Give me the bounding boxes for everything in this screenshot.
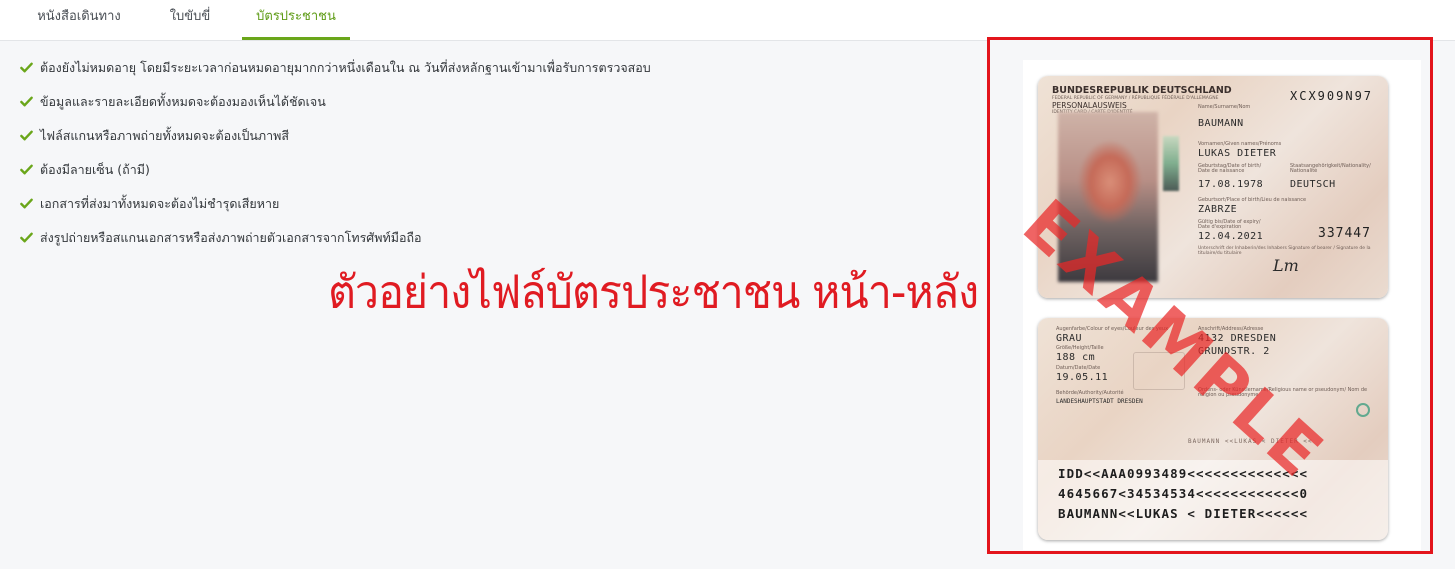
check-icon [20,198,33,209]
expiry-value: 12.04.2021 [1198,231,1264,242]
can-number: 337447 [1318,226,1371,241]
card-number: XCX909N97 [1290,89,1374,103]
photo-hologram [1163,136,1179,191]
requirement-text: ไฟล์สแกนหรือภาพถ่ายทั้งหมดจะต้องเป็นภาพส… [40,128,290,143]
pob-value: ZABRZE [1198,204,1238,215]
list-item: ไฟล์สแกนหรือภาพถ่ายทั้งหมดจะต้องเป็นภาพส… [20,126,651,160]
list-item: ต้องยังไม่หมดอายุ โดยมีระยะเวลาก่อนหมดอา… [20,58,651,92]
mrz-line-2: 4645667<34534534<<<<<<<<<<<<0 [1058,486,1309,501]
authority-value: LANDESHAUPTSTADT DRESDEN [1056,398,1143,405]
issue-label: Datum/Date/Date [1056,365,1101,371]
mrz-line-3: BAUMANN<<LUKAS < DIETER<<<<<< [1058,506,1309,521]
chip-symbol-icon [1356,403,1370,417]
surname-value: BAUMANN [1198,118,1244,129]
tab-passport[interactable]: หนังสือเดินทาง [22,0,136,37]
check-icon [20,130,33,141]
example-id-frame: BUNDESREPUBLIK DEUTSCHLAND FEDERAL REPUB… [987,37,1433,554]
list-item: เอกสารที่ส่งมาทั้งหมดจะต้องไม่ชำรุดเสียห… [20,194,651,228]
height-value: 188 cm [1056,352,1096,363]
height-label: Größe/Height/Taille [1056,345,1104,351]
eyes-value: GRAU [1056,333,1083,344]
example-caption: ตัวอย่างไฟล์บัตรประชาชน หน้า-หลัง [328,266,979,320]
tab-bar: หนังสือเดินทาง ใบขับขี่ บัตรประชาชน [0,0,1455,41]
pob-label: Geburtsort/Place of birth/Lieu de naissa… [1198,197,1307,203]
dob-value: 17.08.1978 [1198,179,1264,190]
tab-driving-license[interactable]: ใบขับขี่ [150,0,230,37]
requirement-text: ต้องมีลายเซ็น (ถ้ามี) [40,162,150,177]
check-icon [20,164,33,175]
nationality-value: DEUTSCH [1290,179,1336,190]
tab-id-card[interactable]: บัตรประชาชน [242,0,350,40]
given-value: LUKAS DIETER [1198,148,1277,159]
signature-label: Unterschrift der Inhaberin/des Inhabers … [1198,246,1371,256]
given-label: Vornamen/Given names/Prénoms [1198,141,1282,147]
surname-label: Name/Surname/Nom [1198,104,1251,110]
requirements-list: ต้องยังไม่หมดอายุ โดยมีระยะเวลาก่อนหมดอา… [20,58,651,262]
mrz-zone: IDD<<AAA0993489<<<<<<<<<<<<<< 4645667<34… [1038,460,1388,540]
check-icon [20,62,33,73]
requirement-text: ส่งรูปถ่ายหรือสแกนเอกสารหรือส่งภาพถ่ายตั… [40,230,422,245]
list-item: ข้อมูลและรายละเอียดทั้งหมดจะต้องมองเห็นไ… [20,92,651,126]
check-icon [20,96,33,107]
authority-label: Behörde/Authority/Autorité [1056,390,1124,396]
requirement-text: เอกสารที่ส่งมาทั้งหมดจะต้องไม่ชำรุดเสียห… [40,196,280,211]
signature: Lm [1273,256,1299,275]
card-country: BUNDESREPUBLIK DEUTSCHLAND [1052,85,1232,96]
expiry-label: Gültig bis/Date of expiry/ Date d'expira… [1198,219,1261,230]
check-icon [20,232,33,243]
list-item: ต้องมีลายเซ็น (ถ้ามี) [20,160,651,194]
card-doc-type: PERSONALAUSWEIS [1052,101,1127,110]
requirement-text: ต้องยังไม่หมดอายุ โดยมีระยะเวลาก่อนหมดอา… [40,60,651,75]
dob-label: Geburtstag/Date of birth/ Date de naissa… [1198,163,1262,174]
nationality-label: Staatsangehörigkeit/Nationality/ Nationa… [1290,163,1371,174]
issue-value: 19.05.11 [1056,372,1109,383]
requirement-text: ข้อมูลและรายละเอียดทั้งหมดจะต้องมองเห็นไ… [40,94,326,109]
